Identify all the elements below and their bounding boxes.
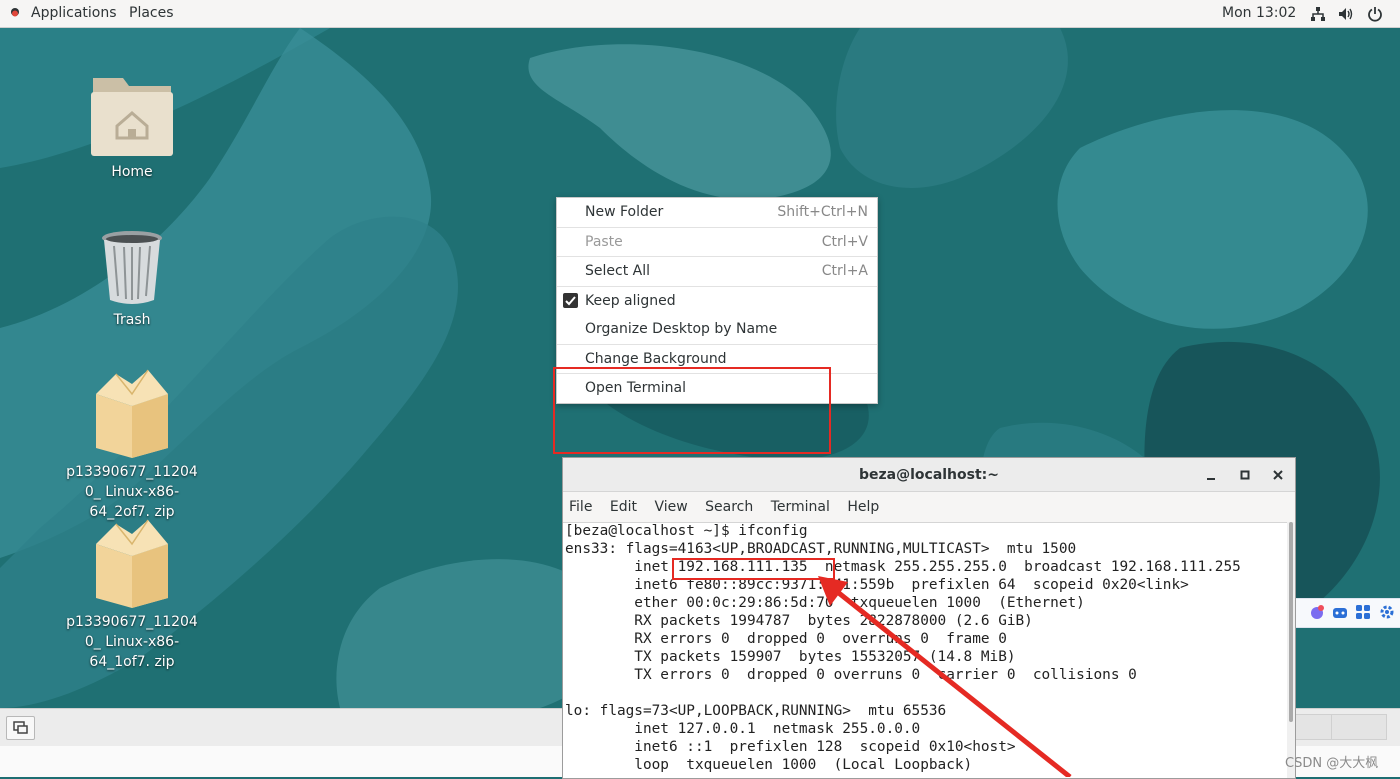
terminal-menubar: File Edit View Search Terminal Help <box>563 492 1295 523</box>
applications-icon <box>11 8 19 17</box>
menu-file[interactable]: File <box>569 499 592 515</box>
menu-item-shortcut: Shift+Ctrl+N <box>777 204 868 220</box>
minimize-icon[interactable] <box>1204 468 1218 482</box>
menu-item-label: Keep aligned <box>585 292 676 309</box>
menu-item-paste[interactable]: Paste Ctrl+V <box>557 228 877 257</box>
menu-item-label: New Folder <box>585 204 664 220</box>
menu-help[interactable]: Help <box>847 499 879 515</box>
checkbox-checked-icon <box>563 292 578 308</box>
menu-item-select-all[interactable]: Select All Ctrl+A <box>557 257 877 287</box>
archive-icon <box>96 519 168 608</box>
desktop-icon-label: p13390677_112040_ Linux-x86-64_2of7. zip <box>66 464 198 520</box>
home-folder-icon <box>91 78 173 156</box>
desktop-icon-label: Trash <box>113 312 151 328</box>
watermark: CSDN @大大枫 <box>1285 756 1379 771</box>
applications-menu[interactable]: Applications <box>31 5 117 21</box>
menu-item-shortcut: Ctrl+A <box>821 263 868 279</box>
terminal-line: ens33: flags=4163<UP,BROADCAST,RUNNING,M… <box>565 541 1077 557</box>
desktop-icon-home[interactable]: Home <box>62 74 202 182</box>
annotation-box-open-terminal <box>553 367 831 454</box>
trash-icon <box>102 231 162 304</box>
show-desktop-button[interactable] <box>6 716 35 740</box>
desktop-icon-archive-1of7[interactable]: p13390677_112040_ Linux-x86-64_1of7. zip <box>62 516 202 672</box>
grid-icon[interactable] <box>1355 604 1371 620</box>
menu-item-label: Select All <box>585 263 650 279</box>
annotation-arrow <box>818 576 1072 777</box>
window-title: beza@localhost:~ <box>858 467 999 483</box>
menu-edit[interactable]: Edit <box>610 499 637 515</box>
close-icon[interactable] <box>1271 468 1285 482</box>
settings-icon[interactable] <box>1379 604 1395 620</box>
desktop-icon-trash[interactable]: Trash <box>62 230 202 330</box>
menu-item-organize-desktop[interactable]: Organize Desktop by Name <box>557 315 877 345</box>
maximize-icon[interactable] <box>1238 468 1252 482</box>
menu-search[interactable]: Search <box>705 499 753 515</box>
terminal-scrollbar[interactable] <box>1287 522 1295 778</box>
menu-item-label: Change Background <box>585 350 727 367</box>
menu-item-label: Paste <box>585 233 623 250</box>
places-menu[interactable]: Places <box>129 5 174 21</box>
desktop-icon-label: p13390677_112040_ Linux-x86-64_1of7. zip <box>66 614 198 670</box>
assistant-icon[interactable] <box>1309 604 1325 620</box>
network-icon[interactable] <box>1310 6 1326 22</box>
clock[interactable]: Mon 13:02 <box>1222 5 1296 21</box>
desktop-icon-label: Home <box>111 164 153 180</box>
terminal-titlebar[interactable]: beza@localhost:~ <box>563 458 1295 492</box>
menu-item-keep-aligned[interactable]: Keep aligned <box>557 287 877 316</box>
menu-view[interactable]: View <box>654 499 687 515</box>
volume-icon[interactable] <box>1338 6 1354 22</box>
window-list-icon <box>13 721 28 734</box>
top-bar: Applications Places Mon 13:02 <box>0 0 1400 28</box>
scrollbar-thumb[interactable] <box>1289 522 1293 722</box>
archive-icon <box>96 369 168 458</box>
menu-item-label: Organize Desktop by Name <box>585 321 778 337</box>
terminal-line: [beza@localhost ~]$ ifconfig <box>565 523 808 539</box>
menu-item-shortcut: Ctrl+V <box>821 233 868 250</box>
workspace-2[interactable] <box>1331 714 1387 740</box>
power-icon[interactable] <box>1367 6 1383 22</box>
desktop-icon-archive-2of7[interactable]: p13390677_112040_ Linux-x86-64_2of7. zip <box>62 366 202 522</box>
robot-icon[interactable] <box>1331 604 1349 620</box>
menu-item-new-folder[interactable]: New Folder Shift+Ctrl+N <box>557 198 877 228</box>
menu-terminal[interactable]: Terminal <box>771 499 830 515</box>
floating-toolbar <box>1294 598 1400 628</box>
